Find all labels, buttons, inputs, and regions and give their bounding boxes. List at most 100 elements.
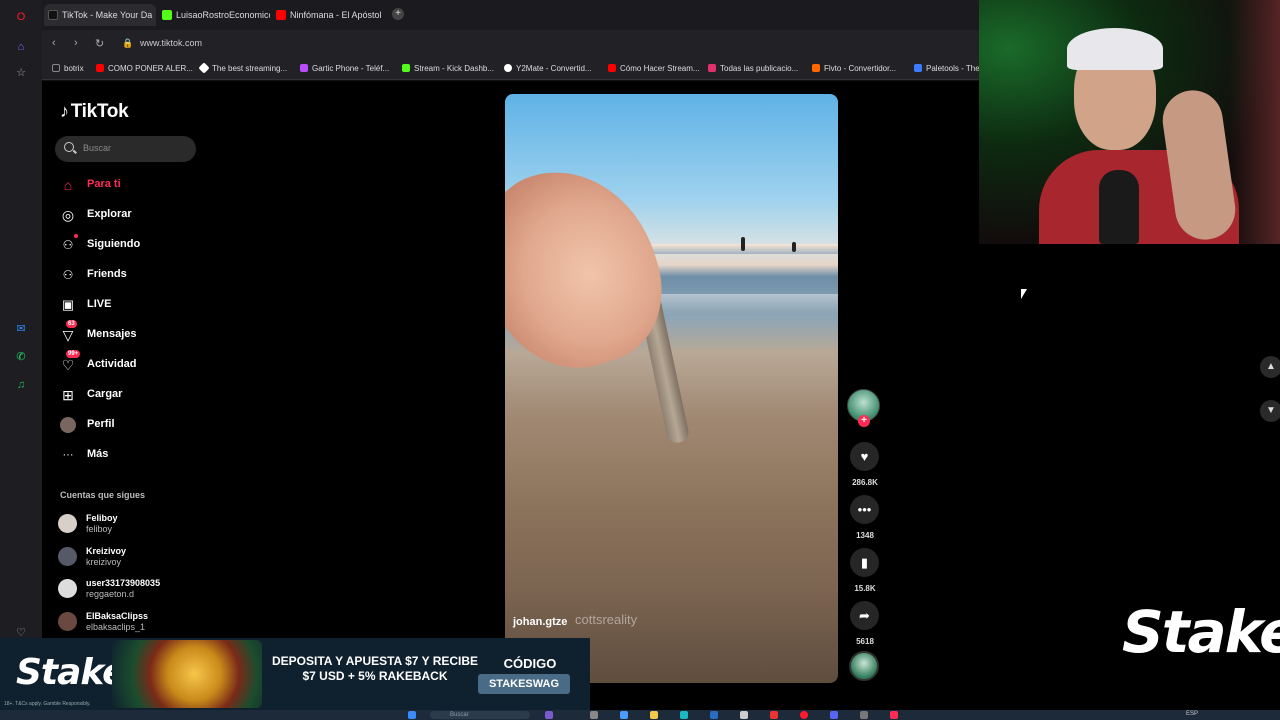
tiktok-taskbar-icon[interactable]: [890, 711, 898, 719]
new-tab-button[interactable]: +: [392, 8, 404, 20]
url-field[interactable]: www.tiktok.com: [140, 38, 202, 48]
previous-video-button[interactable]: ▲: [1260, 356, 1280, 378]
bookmark-icon: ▮: [860, 555, 869, 570]
video-actions: + ♥ 286.8K ••• 1348 ▮ 15.8K ➦ 5618: [845, 389, 885, 689]
star-icon[interactable]: ☆: [14, 66, 28, 80]
following-account[interactable]: Feliboy feliboy: [58, 511, 228, 537]
bookmark-label: Cómo Hacer Stream...: [620, 64, 700, 73]
app-icon[interactable]: [680, 711, 688, 719]
bookmark-item[interactable]: Stream - Kick Dashb...: [402, 64, 494, 73]
bookmark-item[interactable]: botrix: [52, 64, 84, 73]
app-icon[interactable]: [740, 711, 748, 719]
account-name: user33173908035: [86, 578, 161, 588]
tab-bar: TikTok - Make Your Da LuisaoRostroEconom…: [42, 0, 980, 30]
tiktok-favicon-icon: [48, 10, 58, 20]
opera-sidebar: O ⌂ ☆ ✉ ✆ ♫ ♡: [0, 0, 42, 720]
notification-dot: [74, 234, 78, 238]
bookmark-item[interactable]: Cómo Hacer Stream...: [608, 64, 700, 73]
follow-plus-button[interactable]: +: [858, 415, 870, 427]
nav-siguiendo[interactable]: ⚇ Siguiendo: [60, 234, 210, 256]
friends-icon: ⚇: [62, 268, 74, 282]
nav-perfil[interactable]: Perfil: [60, 414, 210, 436]
language-indicator[interactable]: ESP: [1186, 711, 1198, 717]
back-icon[interactable]: ‹: [52, 37, 56, 49]
nav-live[interactable]: ▣ LIVE: [60, 294, 210, 316]
app-icon[interactable]: [620, 711, 628, 719]
nav-explorar[interactable]: ◎ Explorar: [60, 204, 210, 226]
tab-label: LuisaoRostroEconomico S: [176, 10, 270, 20]
app-icon[interactable]: [710, 711, 718, 719]
next-video-button[interactable]: ▼: [1260, 400, 1280, 422]
tab-kick[interactable]: LuisaoRostroEconomico S: [158, 4, 270, 26]
video-player[interactable]: cottsreality johan.gtze: [505, 94, 838, 683]
opera-taskbar-icon[interactable]: [800, 711, 808, 719]
banner-disclaimer: 18+. T&Cs apply. Gamble Responsibly.: [4, 701, 91, 707]
nav-label: Friends: [87, 268, 127, 280]
following-account[interactable]: ElBaksaClipss elbaksaclips_1: [58, 609, 228, 635]
share-button[interactable]: ➦: [850, 601, 879, 630]
forward-icon[interactable]: ›: [74, 37, 78, 49]
tab-tiktok[interactable]: TikTok - Make Your Da: [44, 4, 156, 26]
home-icon[interactable]: ⌂: [14, 40, 28, 54]
following-account[interactable]: user33173908035 reggaeton.d: [58, 576, 228, 602]
bookmark-item[interactable]: Y2Mate - Convertid...: [504, 64, 592, 73]
compass-icon: ◎: [61, 207, 75, 223]
nav-label: Siguiendo: [87, 238, 141, 250]
bookmark-label: Paletools - The: [926, 64, 980, 73]
video-username[interactable]: johan.gtze: [513, 616, 567, 628]
windows-start-icon[interactable]: [408, 711, 416, 719]
whatsapp-icon[interactable]: ✆: [14, 350, 28, 364]
nav-label: Explorar: [87, 208, 132, 220]
nav-label: Mensajes: [87, 328, 137, 340]
youtube-icon: [96, 64, 104, 72]
app-icon[interactable]: [590, 711, 598, 719]
banner-code-label: CÓDIGO: [503, 656, 557, 671]
taskbar-search[interactable]: Buscar: [430, 711, 530, 719]
spotify-icon[interactable]: ♫: [14, 378, 28, 392]
search-input[interactable]: Buscar: [55, 136, 196, 162]
nav-para-ti[interactable]: ⌂ Para ti: [60, 174, 210, 196]
opera-logo-icon[interactable]: O: [14, 10, 28, 24]
logo-text: TikTok: [70, 101, 129, 122]
bookmark-label: Todas las publicacio...: [720, 64, 799, 73]
bookmark-item[interactable]: Paletools - The: [914, 64, 980, 73]
bookmark-label: COMO PONER ALER...: [108, 64, 193, 73]
discord-icon[interactable]: [830, 711, 838, 719]
bookmark-item[interactable]: Todas las publicacio...: [708, 64, 798, 73]
app-icon[interactable]: [545, 711, 553, 719]
tab-youtube[interactable]: Ninfómana - El Apóstol ft.: [272, 4, 384, 26]
bookmark-item[interactable]: Flvto - Convertidor...: [812, 64, 896, 73]
messages-icon: ▽: [62, 327, 74, 343]
bookmark-label: Stream - Kick Dashb...: [414, 64, 495, 73]
nav-friends[interactable]: ⚇ Friends: [60, 264, 210, 286]
account-name: ElBaksaClipss: [86, 611, 149, 621]
avatar: [58, 547, 77, 566]
bookmark-item[interactable]: COMO PONER ALER...: [96, 64, 193, 73]
tiktok-logo[interactable]: ♪ TikTok: [60, 101, 129, 123]
mouse-cursor-icon: [1021, 289, 1027, 299]
like-button[interactable]: ♥: [850, 442, 879, 471]
reload-icon[interactable]: ↻: [95, 37, 104, 50]
nav-cargar[interactable]: ⊞ Cargar: [60, 384, 210, 406]
comment-button[interactable]: •••: [850, 495, 879, 524]
nav-actividad[interactable]: ♡ 99+ Actividad: [60, 350, 210, 376]
nav-mas[interactable]: ··· Más: [60, 444, 210, 466]
share-count: 5618: [856, 637, 874, 646]
app-icon[interactable]: [770, 711, 778, 719]
folder-icon[interactable]: [650, 711, 658, 719]
messenger-icon[interactable]: ✉: [14, 322, 28, 336]
instagram-icon: [708, 64, 716, 72]
nav-mensajes[interactable]: ▽ 63 Mensajes: [60, 320, 210, 346]
music-disc[interactable]: [849, 651, 879, 681]
banner-code-value: STAKESWAG: [478, 674, 570, 694]
bookmark-label: Gartic Phone - Teléf...: [312, 64, 390, 73]
tab-label: Ninfómana - El Apóstol ft.: [290, 10, 384, 20]
avatar: [58, 579, 77, 598]
following-account[interactable]: Kreizivoy kreizivoy: [58, 544, 228, 570]
bookmark-item[interactable]: The best streaming...: [198, 62, 287, 74]
settings-icon[interactable]: [860, 711, 868, 719]
video-person: [792, 242, 796, 252]
save-button[interactable]: ▮: [850, 548, 879, 577]
bookmark-item[interactable]: Gartic Phone - Teléf...: [300, 64, 389, 73]
profile-avatar-icon: [60, 417, 76, 433]
